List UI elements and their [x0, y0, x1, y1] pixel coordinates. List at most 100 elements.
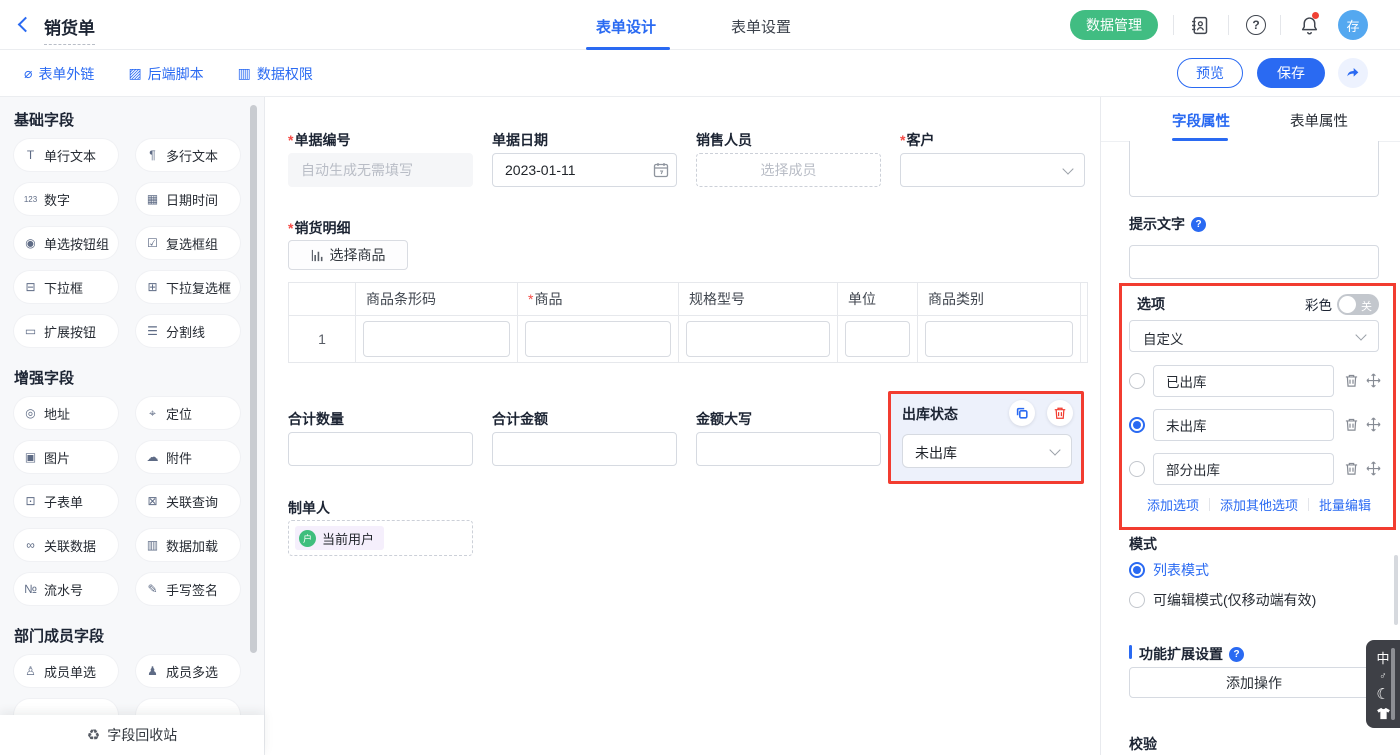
help-icon[interactable]: ? — [1229, 647, 1244, 662]
help-icon[interactable]: ? — [1191, 217, 1206, 232]
option-radio[interactable] — [1129, 417, 1145, 433]
sub-toolbar-link[interactable]: ▨ 后端脚本 — [128, 64, 203, 84]
theme-shirt-icon[interactable] — [1376, 707, 1391, 720]
move-option-icon[interactable] — [1366, 373, 1381, 393]
detail-cell-input[interactable] — [845, 321, 910, 357]
mode-radio[interactable] — [1129, 562, 1145, 578]
tab-form-design[interactable]: 表单设计 — [596, 16, 656, 37]
avatar[interactable]: 存 — [1338, 10, 1368, 40]
sidebar-item-member-single[interactable]: ♙ 成员单选 — [14, 655, 118, 687]
sidebar-item-select[interactable]: ⊟ 下拉框 — [14, 271, 118, 303]
delete-field-button[interactable] — [1047, 400, 1073, 426]
option-link-2[interactable]: 批量编辑 — [1319, 495, 1371, 514]
sidebar-item-serial-number[interactable]: № 流水号 — [14, 573, 118, 605]
option-radio[interactable] — [1129, 373, 1145, 389]
outbound-status-select[interactable]: 未出库 — [902, 434, 1072, 468]
tab-form-settings[interactable]: 表单设置 — [731, 16, 791, 37]
sidebar-item-location[interactable]: ⌖ 定位 — [136, 397, 240, 429]
move-option-icon[interactable] — [1366, 461, 1381, 481]
move-option-icon[interactable] — [1366, 417, 1381, 437]
detail-table-row: 1 — [289, 316, 1088, 363]
sidebar-item-datetime[interactable]: ▦ 日期时间 — [136, 183, 240, 215]
delete-option-icon[interactable] — [1344, 373, 1359, 393]
choose-product-button[interactable]: 选择商品 — [288, 240, 408, 270]
gender-icon[interactable]: ♂ — [1379, 671, 1387, 682]
language-toggle-icon[interactable]: 中 — [1376, 648, 1389, 667]
delete-option-icon[interactable] — [1344, 417, 1359, 437]
sidebar-item-data-load[interactable]: ▥ 数据加载 — [136, 529, 240, 561]
validation-title: 校验 — [1129, 734, 1157, 754]
delete-option-icon[interactable] — [1344, 461, 1359, 481]
option-link-0[interactable]: 添加选项 — [1147, 495, 1199, 514]
option-text-input[interactable] — [1153, 409, 1334, 441]
order-no-input[interactable] — [288, 153, 473, 187]
sidebar-item-image[interactable]: ▣ 图片 — [14, 441, 118, 473]
signature-icon: ✎ — [144, 582, 161, 596]
selected-field-outbound-status[interactable]: 出库状态 未出库 — [888, 391, 1084, 484]
total-qty-input[interactable] — [288, 432, 473, 466]
option-source-select[interactable]: 自定义 — [1129, 320, 1379, 352]
add-operation-button[interactable]: 添加操作 — [1129, 667, 1379, 698]
panel-scrollbar[interactable] — [1394, 555, 1398, 625]
chevron-down-icon — [1049, 444, 1060, 455]
sidebar-item-single-line-text[interactable]: T 单行文本 — [14, 139, 118, 171]
dark-mode-moon-icon[interactable]: ☾ — [1376, 685, 1389, 703]
detail-cell-input[interactable] — [925, 321, 1073, 357]
option-radio[interactable] — [1129, 461, 1145, 477]
option-text-input[interactable] — [1153, 365, 1334, 397]
save-button[interactable]: 保存 — [1257, 58, 1325, 88]
sidebar-item-radio-group[interactable]: ◉ 单选按钮组 — [14, 227, 118, 259]
amount-words-input[interactable] — [696, 432, 881, 466]
sidebar-item-signature[interactable]: ✎ 手写签名 — [136, 573, 240, 605]
sidebar-item-linked-query[interactable]: ⊠ 关联查询 — [136, 485, 240, 517]
sub-toolbar-link[interactable]: ▥ 数据权限 — [238, 64, 313, 84]
sidebar-item-multi-select[interactable]: ⊞ 下拉复选框 — [136, 271, 240, 303]
sidebar-item-subform[interactable]: ⊡ 子表单 — [14, 485, 118, 517]
copy-field-button[interactable] — [1009, 400, 1035, 426]
option-text-input[interactable] — [1153, 453, 1334, 485]
sidebar-item-checkbox-group[interactable]: ☑ 复选框组 — [136, 227, 240, 259]
sidebar-scrollbar[interactable] — [250, 105, 257, 653]
help-icon[interactable]: ? — [1245, 14, 1267, 36]
sidebar-item-number[interactable]: 123 数字 — [14, 183, 118, 215]
field-title-input[interactable] — [1129, 141, 1379, 197]
creator-field[interactable]: 户 当前用户 — [288, 520, 473, 556]
customer-select[interactable] — [900, 153, 1085, 187]
sidebar-item-multi-line-text[interactable]: ¶ 多行文本 — [136, 139, 240, 171]
sidebar-item-member-multi[interactable]: ♟ 成员多选 — [136, 655, 240, 687]
option-link-1[interactable]: 添加其他选项 — [1220, 495, 1298, 514]
sidebar-item-address[interactable]: ◎ 地址 — [14, 397, 118, 429]
mode-radio[interactable] — [1129, 592, 1145, 608]
data-manage-button[interactable]: 数据管理 — [1070, 10, 1158, 40]
page-scrollbar[interactable] — [1391, 648, 1395, 720]
share-button[interactable] — [1338, 58, 1368, 88]
sidebar-item-extend-button[interactable]: ▭ 扩展按钮 — [14, 315, 118, 347]
sub-toolbar-link[interactable]: ⌀ 表单外链 — [24, 64, 94, 84]
sidebar-item-divider[interactable]: ☰ 分割线 — [136, 315, 240, 347]
color-toggle[interactable]: 关 — [1337, 294, 1379, 315]
detail-cell-input[interactable] — [525, 321, 671, 357]
detail-cell-input[interactable] — [686, 321, 830, 357]
tab-form-properties[interactable]: 表单属性 — [1290, 110, 1348, 131]
form-canvas: 单据编号 单据日期 销售人员 客户 销货明细 选择商品 商品条形码商品规格型号单… — [265, 97, 1100, 755]
hint-text-input[interactable] — [1129, 245, 1379, 279]
detail-cell-input[interactable] — [363, 321, 510, 357]
mode-option[interactable]: 列表模式 — [1129, 560, 1209, 580]
salesperson-input[interactable] — [696, 153, 881, 187]
contact-book-icon[interactable] — [1188, 14, 1210, 36]
notification-bell-icon[interactable] — [1298, 14, 1320, 36]
back-icon[interactable] — [18, 17, 34, 33]
field-recycle-button[interactable]: ♻ 字段回收站 — [0, 715, 264, 755]
preview-button[interactable]: 预览 — [1177, 58, 1243, 88]
sidebar-item-attachment[interactable]: ☁ 附件 — [136, 441, 240, 473]
total-amount-input[interactable] — [492, 432, 677, 466]
order-date-input[interactable] — [492, 153, 677, 187]
member-single-icon: ♙ — [22, 664, 39, 678]
sidebar-section-title: 基础字段 — [14, 113, 264, 129]
tab-field-properties[interactable]: 字段属性 — [1172, 110, 1230, 131]
mode-option[interactable]: 可编辑模式(仅移动端有效) — [1129, 590, 1316, 610]
sidebar-item-linked-data[interactable]: ∞ 关联数据 — [14, 529, 118, 561]
form-title[interactable]: 销货单 — [44, 14, 95, 45]
linked-query-icon: ⊠ — [144, 494, 161, 508]
field-label-sales-detail: 销货明细 — [288, 218, 350, 238]
